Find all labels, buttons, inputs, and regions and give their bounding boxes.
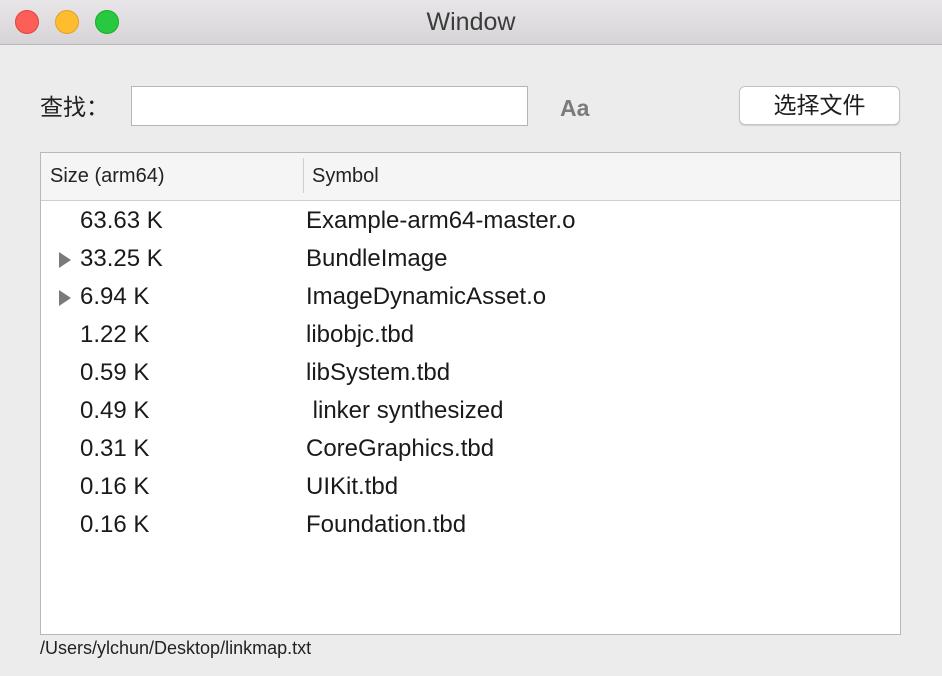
choose-file-button[interactable]: 选择文件 xyxy=(739,86,900,125)
size-cell: 33.25 K xyxy=(80,245,163,272)
disclosure-triangle-icon[interactable] xyxy=(59,252,71,268)
table-body: 63.63 K Example-arm64-master.o 33.25 K Bund… xyxy=(41,202,900,544)
size-cell: 0.49 K xyxy=(80,397,150,424)
app-window: Window 查找： Aa 选择文件 Size (arm64) Symbol 6… xyxy=(0,0,942,676)
symbol-table: Size (arm64) Symbol 63.63 K Example-arm64… xyxy=(40,152,901,635)
symbol-cell: Foundation.tbd xyxy=(306,511,467,538)
match-case-toggle[interactable]: Aa xyxy=(560,94,589,122)
size-cell: 6.94 K xyxy=(80,283,150,310)
symbol-cell: Example-arm64-master.o xyxy=(306,207,576,234)
table-row[interactable]: 0.16 K Foundation.tbd xyxy=(41,506,900,544)
symbol-cell: libSystem.tbd xyxy=(306,359,451,386)
size-cell: 0.31 K xyxy=(80,435,150,462)
search-input[interactable] xyxy=(131,86,528,126)
symbol-cell: linker synthesized xyxy=(306,397,504,424)
table-row[interactable]: 1.22 K libobjc.tbd xyxy=(41,316,900,354)
table-row[interactable]: 0.59 K libSystem.tbd xyxy=(41,354,900,392)
table-row[interactable]: 0.16 K UIKit.tbd xyxy=(41,468,900,506)
symbol-cell: libobjc.tbd xyxy=(306,321,415,348)
column-header-symbol[interactable]: Symbol xyxy=(312,153,379,200)
size-cell: 0.59 K xyxy=(80,359,150,386)
symbol-cell: ImageDynamicAsset.o xyxy=(306,283,547,310)
table-row[interactable]: 33.25 K BundleImage xyxy=(41,240,900,278)
column-header-size[interactable]: Size (arm64) xyxy=(50,153,164,200)
search-label: 查找： xyxy=(40,94,109,120)
size-cell: 0.16 K xyxy=(80,473,150,500)
disclosure-triangle-icon[interactable] xyxy=(59,290,71,306)
file-path-status: /Users/ylchun/Desktop/linkmap.txt xyxy=(40,638,312,658)
size-cell: 1.22 K xyxy=(80,321,150,348)
symbol-cell: UIKit.tbd xyxy=(306,473,399,500)
title-bar[interactable]: Window xyxy=(0,0,942,45)
symbol-cell: CoreGraphics.tbd xyxy=(306,435,495,462)
column-divider[interactable] xyxy=(303,158,304,193)
size-cell: 63.63 K xyxy=(80,207,163,234)
window-title: Window xyxy=(426,8,516,36)
table-row[interactable]: 6.94 K ImageDynamicAsset.o xyxy=(41,278,900,316)
table-row[interactable]: 0.31 K CoreGraphics.tbd xyxy=(41,430,900,468)
table-row[interactable]: 63.63 K Example-arm64-master.o xyxy=(41,202,900,240)
size-cell: 0.16 K xyxy=(80,511,150,538)
table-header: Size (arm64) Symbol xyxy=(41,153,900,201)
symbol-cell: BundleImage xyxy=(306,245,448,272)
table-row[interactable]: 0.49 K linker synthesized xyxy=(41,392,900,430)
